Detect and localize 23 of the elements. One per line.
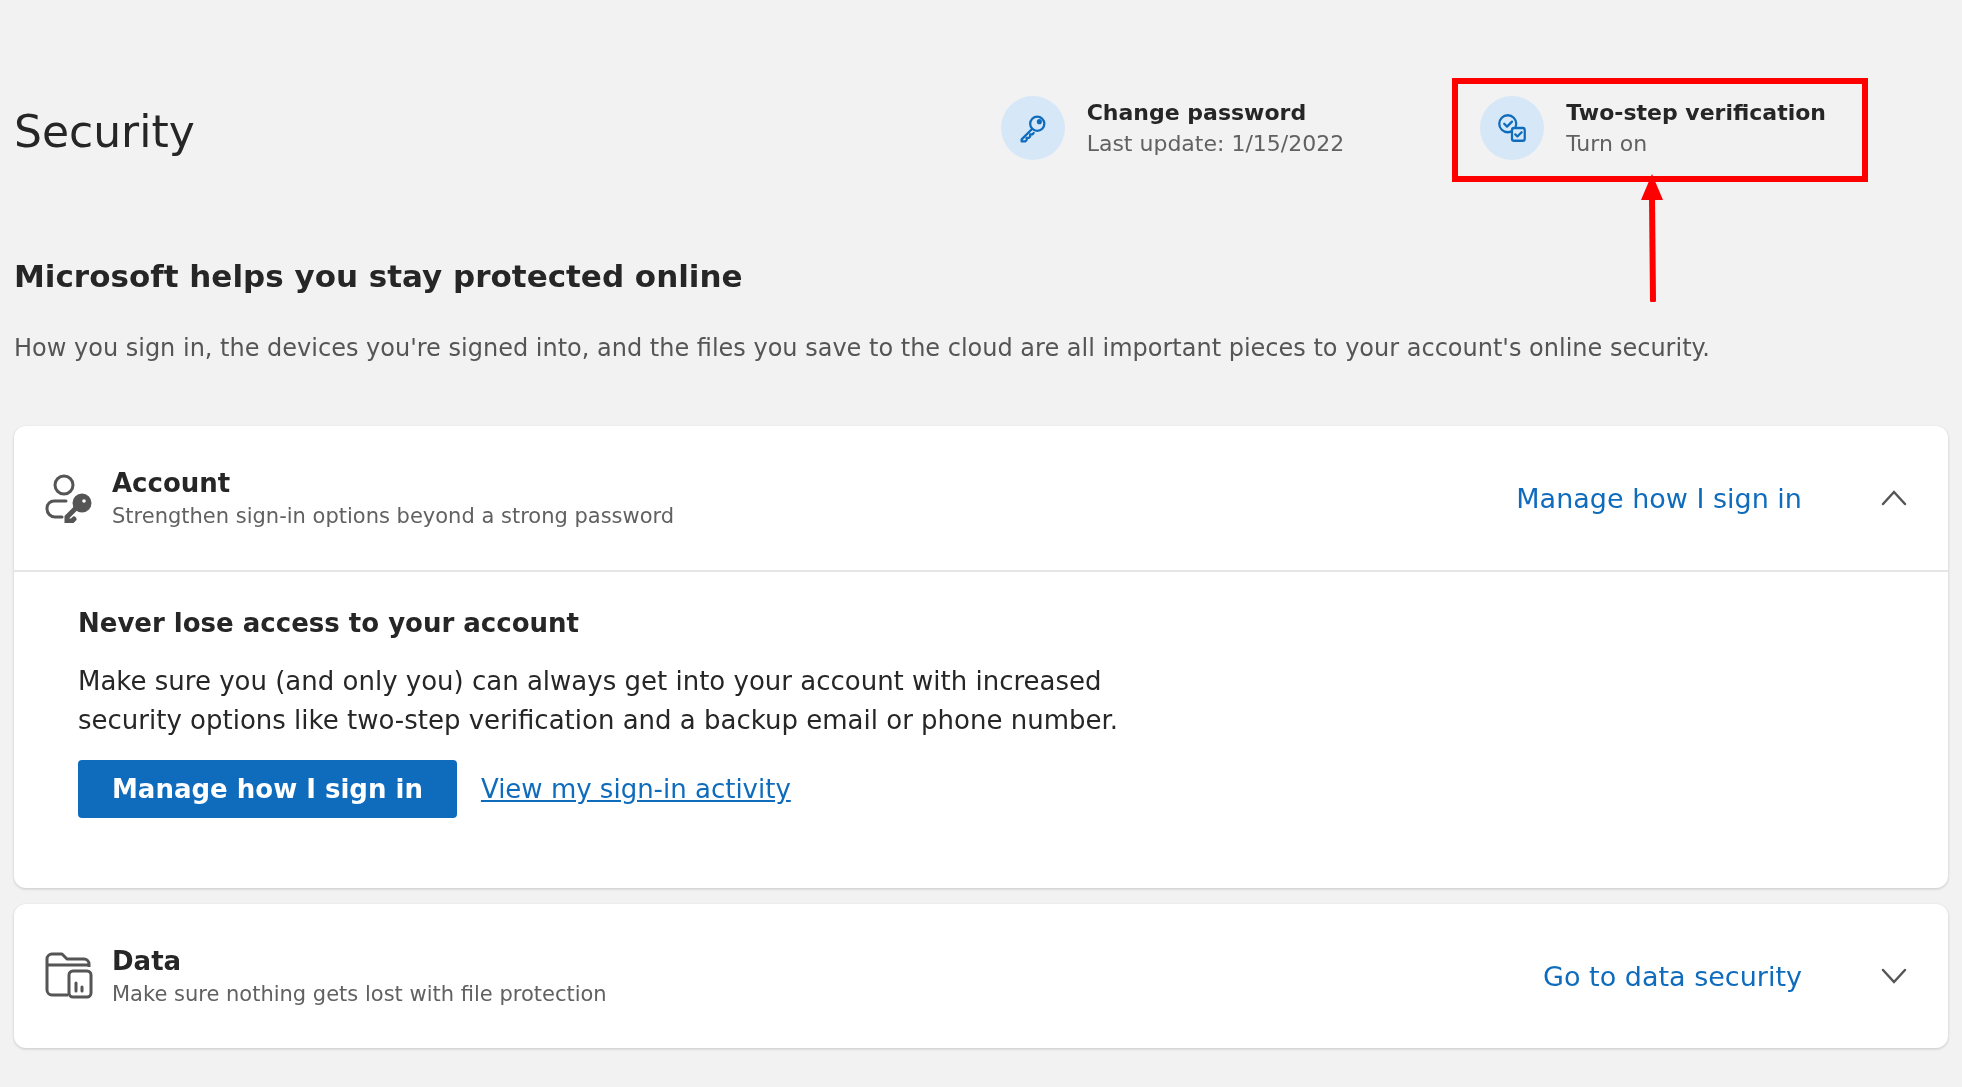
card-title: Account <box>112 468 232 498</box>
page-title: Security <box>14 105 196 157</box>
quick-action[interactable]: Two-step verification Turn on <box>1456 84 1848 172</box>
person-key-icon <box>44 473 94 523</box>
card-title: Data <box>112 946 183 976</box>
quick-action[interactable]: Change password Last update: 1/15/2022 <box>976 84 1367 172</box>
action-title: Two-step verification <box>1566 100 1826 125</box>
card-link[interactable]: Go to data security <box>1543 960 1802 992</box>
folder-chart-icon <box>44 951 94 1001</box>
chevron-up-icon[interactable] <box>1880 489 1908 507</box>
card-subtitle: Strengthen sign-in options beyond a strong password <box>112 504 676 528</box>
chevron-down-icon[interactable] <box>1880 967 1908 985</box>
body-heading: Never lose access to your account <box>78 608 580 638</box>
action-title: Change password <box>1086 100 1308 125</box>
card-subtitle: Make sure nothing gets lost with file protection <box>112 982 608 1006</box>
card-link[interactable]: Manage how I sign in <box>1516 482 1802 514</box>
manage-sign-in-button[interactable]: Manage how I sign in <box>78 760 457 818</box>
action-subtitle: Last update: 1/15/2022 <box>1086 131 1345 156</box>
description-text: How you sign in, the devices you're signed into, and the files you save to the cloud are all important pieces to your account's online security. <box>14 334 1711 362</box>
body-text: Make sure you (and only you) can always get into your account with increased security options like two-step verification and a backup email or phone number. <box>78 665 1120 737</box>
action-subtitle: Turn on <box>1566 131 1649 156</box>
section-heading: Microsoft helps you stay protected online <box>14 258 744 294</box>
activity-link[interactable]: View my sign-in activity <box>480 774 791 804</box>
